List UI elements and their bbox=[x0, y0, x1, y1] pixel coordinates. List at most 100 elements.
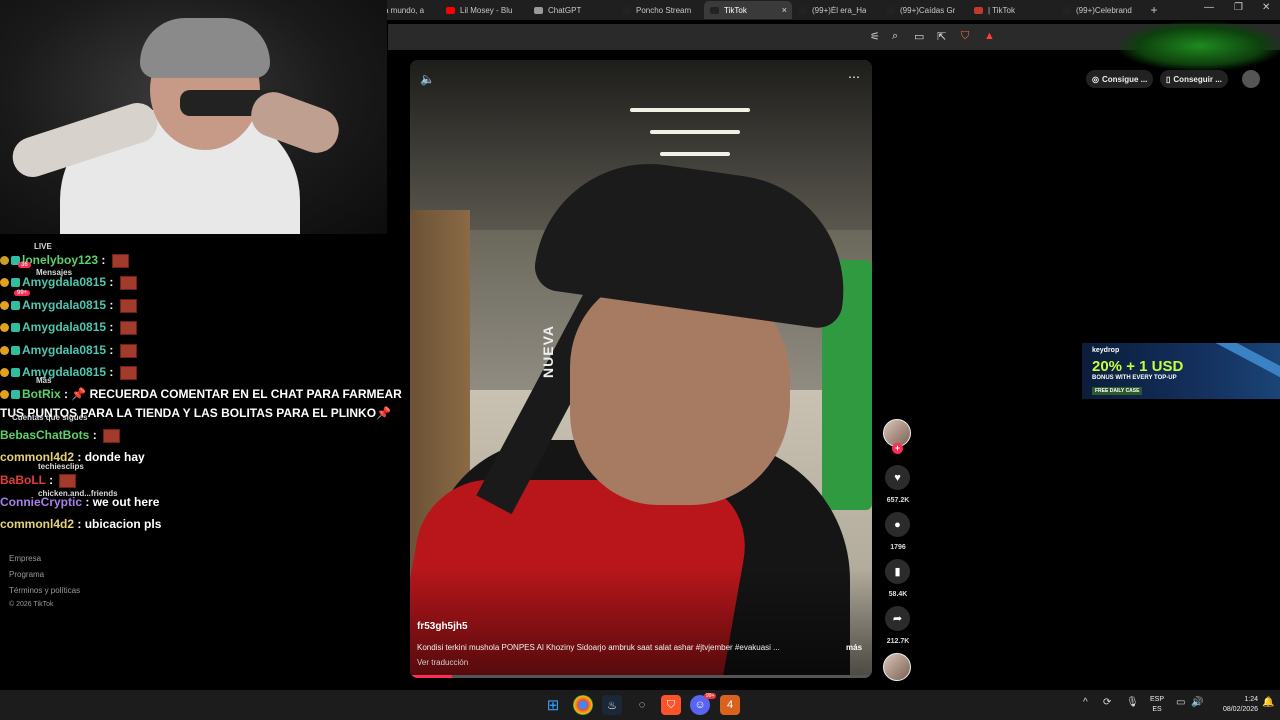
footer-terms-link[interactable]: Términos y políticas bbox=[9, 586, 80, 595]
chat-username[interactable]: BotRix bbox=[22, 387, 61, 401]
like-heart-icon[interactable]: ♥ bbox=[885, 465, 910, 490]
chat-separator: : bbox=[106, 275, 117, 289]
brave-icon[interactable]: ⛉ bbox=[661, 695, 681, 715]
footer-company-link[interactable]: Empresa bbox=[9, 554, 41, 563]
comment-icon[interactable]: ● bbox=[885, 512, 910, 537]
chat-text: ubicacion pls bbox=[84, 517, 162, 531]
follow-plus-icon[interactable]: + bbox=[892, 443, 903, 454]
volume-icon[interactable]: 🔈 bbox=[420, 72, 435, 86]
get-coins-button[interactable]: ◎ Consigue ... bbox=[1086, 70, 1154, 88]
close-window-icon[interactable]: ✕ bbox=[1262, 2, 1270, 13]
chat-separator: : bbox=[106, 343, 117, 357]
webcam-hair bbox=[140, 18, 270, 78]
video-progress-fill bbox=[410, 675, 452, 678]
chat-username[interactable]: Amygdala0815 bbox=[22, 275, 106, 289]
browser-tab[interactable]: Poncho Stream bbox=[616, 1, 704, 19]
chat-message: BebasChatBots : bbox=[0, 428, 121, 443]
sidebar-account-techiesclips[interactable]: techiesclips bbox=[38, 462, 84, 471]
video-scene-light bbox=[650, 130, 740, 134]
tab-favicon-icon bbox=[622, 6, 631, 14]
browser-tab[interactable]: (99+)Celebrand bbox=[1056, 1, 1144, 19]
chat-username[interactable]: Amygdala0815 bbox=[22, 320, 106, 334]
video-progress-bar[interactable] bbox=[410, 675, 872, 678]
windows-start-icon[interactable]: ⊞ bbox=[543, 695, 563, 715]
video-scene-light bbox=[630, 108, 750, 112]
browser-tab[interactable]: ChatGPT bbox=[528, 1, 616, 19]
tab-label: Lil Mosey - Blu bbox=[460, 5, 513, 15]
steam-icon[interactable]: ♨ bbox=[602, 695, 622, 715]
keyboard-region[interactable]: ES bbox=[1148, 706, 1166, 713]
tab-label: TikTok bbox=[724, 5, 747, 15]
tab-label: (99+)Caídas Gr bbox=[900, 5, 956, 15]
minimize-icon[interactable]: — bbox=[1204, 2, 1214, 13]
activity-badge: 99+ bbox=[14, 290, 31, 296]
browser-tab[interactable]: (99+)Él era_Ha bbox=[792, 1, 880, 19]
tray-mic-icon[interactable]: 🎙 bbox=[1126, 697, 1139, 708]
chat-username[interactable]: Amygdala0815 bbox=[22, 343, 106, 357]
restore-icon[interactable]: ❐ bbox=[1234, 2, 1243, 13]
ad-brand: keydrop bbox=[1092, 347, 1120, 354]
profile-avatar[interactable] bbox=[1242, 70, 1260, 88]
footer-program-link[interactable]: Programa bbox=[9, 570, 44, 579]
tray-chevron-icon[interactable]: ^ bbox=[1083, 697, 1088, 708]
chat-badge-icon bbox=[0, 278, 9, 288]
description-more-link[interactable]: más bbox=[846, 643, 862, 652]
chat-separator: : bbox=[106, 298, 117, 312]
brave-shield-icon[interactable]: ⛉ bbox=[961, 30, 969, 43]
translate-icon[interactable]: ⚟ bbox=[870, 30, 880, 43]
screen: Disclosure - LatWho do u? - YoFred again… bbox=[0, 0, 1280, 720]
chat-message: Amygdala0815 : bbox=[0, 320, 137, 335]
tray-sync-icon[interactable]: ⟳ bbox=[1103, 697, 1111, 708]
clock-time[interactable]: 1:24 bbox=[1212, 696, 1258, 703]
video-author[interactable]: fr53gh5jh5 bbox=[417, 621, 468, 632]
video-scene-light bbox=[660, 152, 730, 156]
see-translation-link[interactable]: Ver traducción bbox=[417, 658, 468, 667]
chat-emote bbox=[119, 298, 137, 313]
browser-tab[interactable]: Lil Mosey - Blu bbox=[440, 1, 528, 19]
bookmark-icon[interactable]: ▮ bbox=[885, 559, 910, 584]
chat-sub-badge-icon bbox=[11, 278, 20, 288]
ad-headline: 20% + 1 USD bbox=[1092, 358, 1184, 375]
more-options-icon[interactable]: ⋯ bbox=[848, 70, 860, 84]
chat-username[interactable]: BebasChatBots bbox=[0, 428, 89, 442]
keydrop-ad-banner[interactable]: keydrop 20% + 1 USD BONUS WITH EVERY TOP… bbox=[1082, 343, 1280, 399]
brave-rewards-icon[interactable]: ▲ bbox=[984, 30, 995, 42]
chat-separator: : bbox=[106, 365, 117, 379]
chat-username[interactable]: Amygdala0815 bbox=[22, 365, 106, 379]
chat-sub-badge-icon bbox=[11, 301, 20, 311]
video-description: Kondisi terkini mushola PONPES Al Khozin… bbox=[417, 643, 780, 652]
get-app-button[interactable]: ▯ Conseguir ... bbox=[1160, 70, 1228, 88]
keyboard-language[interactable]: ESP bbox=[1148, 696, 1166, 703]
close-tab-icon[interactable]: × bbox=[782, 5, 787, 15]
network-icon[interactable]: ▭ bbox=[1176, 697, 1185, 708]
tab-label: (99+)Él era_Ha bbox=[812, 5, 867, 15]
tab-favicon-icon bbox=[710, 6, 719, 14]
overlay-green-glow bbox=[1120, 22, 1280, 70]
obs-icon[interactable]: ◌ bbox=[632, 695, 652, 715]
browser-tab[interactable]: (99+)Caídas Gr bbox=[880, 1, 968, 19]
sidebar-account-chicken[interactable]: chicken.and...friends bbox=[38, 489, 118, 498]
chat-separator: : bbox=[98, 253, 109, 267]
zoom-icon[interactable]: ⌕ bbox=[892, 30, 898, 43]
live-label[interactable]: LIVE bbox=[34, 242, 52, 251]
cast-icon[interactable]: ▭ bbox=[914, 30, 924, 43]
clock-date[interactable]: 08/02/2026 bbox=[1212, 706, 1258, 713]
sidebar-more[interactable]: Más bbox=[36, 376, 52, 385]
new-tab-button[interactable]: + bbox=[1144, 3, 1164, 17]
sidebar-messages[interactable]: Mensajes bbox=[36, 268, 72, 277]
browser-tab[interactable]: | TikTok bbox=[968, 1, 1056, 19]
chat-username[interactable]: BaBoLL bbox=[0, 473, 46, 487]
volume-tray-icon[interactable]: 🔊 bbox=[1191, 697, 1203, 708]
chat-username[interactable]: lonelyboy123 bbox=[22, 253, 98, 267]
chrome-icon[interactable] bbox=[573, 695, 593, 715]
notification-bell-icon[interactable]: 🔔 bbox=[1262, 697, 1274, 708]
chat-username[interactable]: Amygdala0815 bbox=[22, 298, 106, 312]
share-icon[interactable]: ⇱ bbox=[937, 30, 946, 43]
video-player[interactable]: NUEVA 🔈 ⋯ fr53gh5jh5 Kondisi terkini mus… bbox=[410, 60, 872, 678]
share-arrow-icon[interactable]: ➦ bbox=[885, 606, 910, 631]
chat-username[interactable]: commonl4d2 bbox=[0, 517, 74, 531]
browser-tab[interactable]: TikTok × bbox=[704, 1, 792, 19]
app-icon[interactable]: 4 bbox=[720, 695, 740, 715]
tab-favicon-icon bbox=[798, 6, 807, 14]
music-disc-avatar[interactable] bbox=[883, 653, 911, 681]
